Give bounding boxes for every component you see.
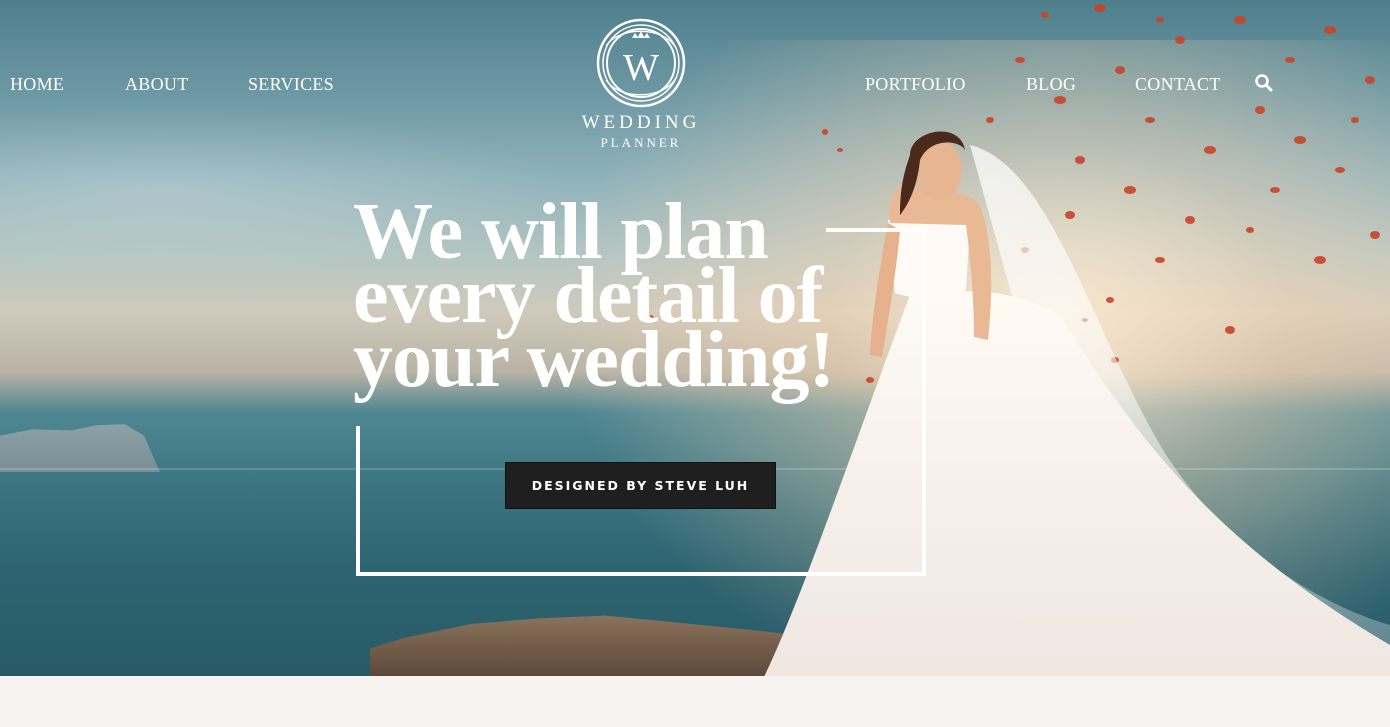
designed-by-button[interactable]: DESIGNED BY STEVE LUH (505, 462, 776, 509)
hero-headline: We will plan every detail of your weddin… (353, 192, 873, 400)
page-section-below (0, 676, 1390, 727)
frame-border-bottom (356, 572, 926, 576)
logo-monogram: W (623, 47, 659, 89)
logo-text-wedding: WEDDING (581, 112, 701, 133)
site-logo[interactable]: W WEDDING PLANNER (578, 16, 704, 151)
nav-blog[interactable]: BLOG (1026, 74, 1076, 95)
nav-contact[interactable]: CONTACT (1135, 74, 1221, 95)
logo-text-planner: PLANNER (600, 135, 682, 150)
logo-emblem-icon: W (596, 18, 686, 108)
nav-home[interactable]: HOME (10, 74, 64, 95)
nav-services[interactable]: SERVICES (248, 74, 334, 95)
headline-line-3: your wedding! (353, 316, 835, 404)
search-icon[interactable] (1254, 73, 1274, 93)
frame-border-right (922, 228, 926, 576)
frame-border-top (826, 228, 926, 232)
nav-portfolio[interactable]: PORTFOLIO (865, 74, 966, 95)
frame-border-left (356, 426, 360, 576)
nav-about[interactable]: ABOUT (125, 74, 189, 95)
